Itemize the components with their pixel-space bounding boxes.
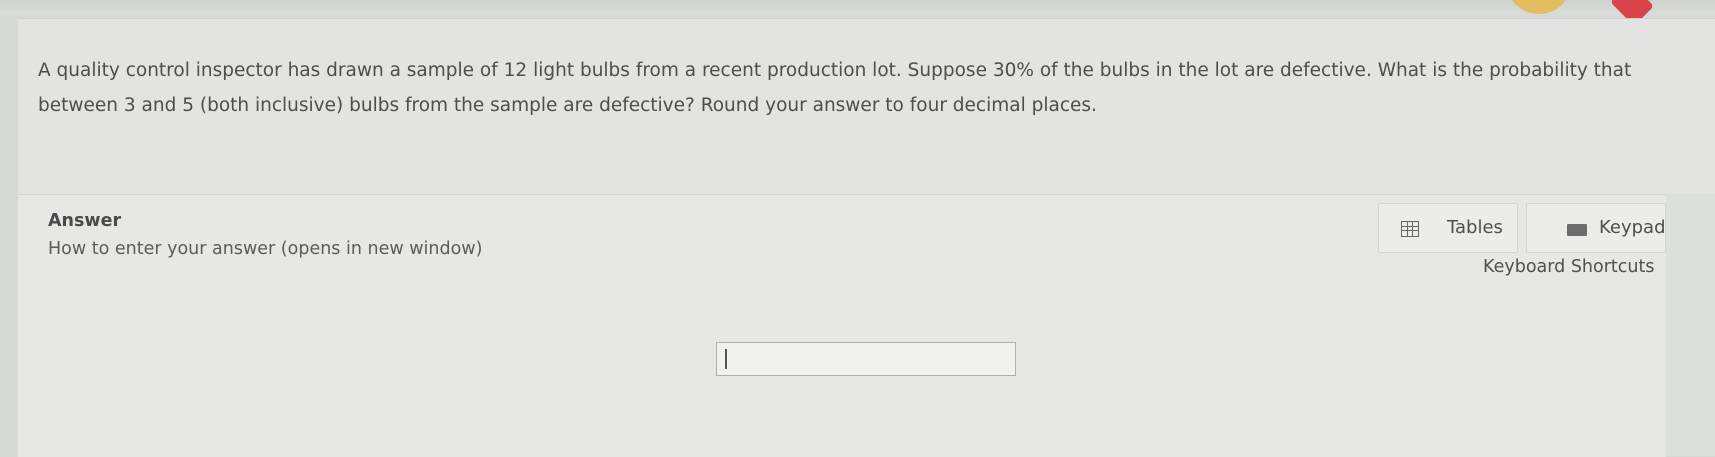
tables-button[interactable]: Tables	[1378, 203, 1518, 253]
keyboard-shortcuts-link[interactable]: Keyboard Shortcuts	[1483, 257, 1654, 277]
answer-input[interactable]	[716, 342, 1016, 376]
right-margin	[1666, 194, 1715, 456]
top-bar	[0, 0, 1715, 14]
answer-label: Answer	[48, 211, 122, 231]
question-text: A quality control inspector has drawn a …	[38, 60, 1632, 116]
table-icon	[1401, 221, 1419, 237]
text-cursor	[725, 349, 727, 369]
answer-help-link[interactable]: How to enter your answer (opens in new w…	[48, 239, 482, 259]
keypad-button[interactable]: Keypad	[1526, 203, 1666, 253]
tables-label: Tables	[1447, 217, 1503, 238]
keyboard-icon	[1567, 224, 1587, 236]
question-panel: A quality control inspector has drawn a …	[18, 18, 1715, 195]
keypad-label: Keypad	[1599, 217, 1666, 238]
answer-panel: Answer How to enter your answer (opens i…	[18, 194, 1666, 457]
